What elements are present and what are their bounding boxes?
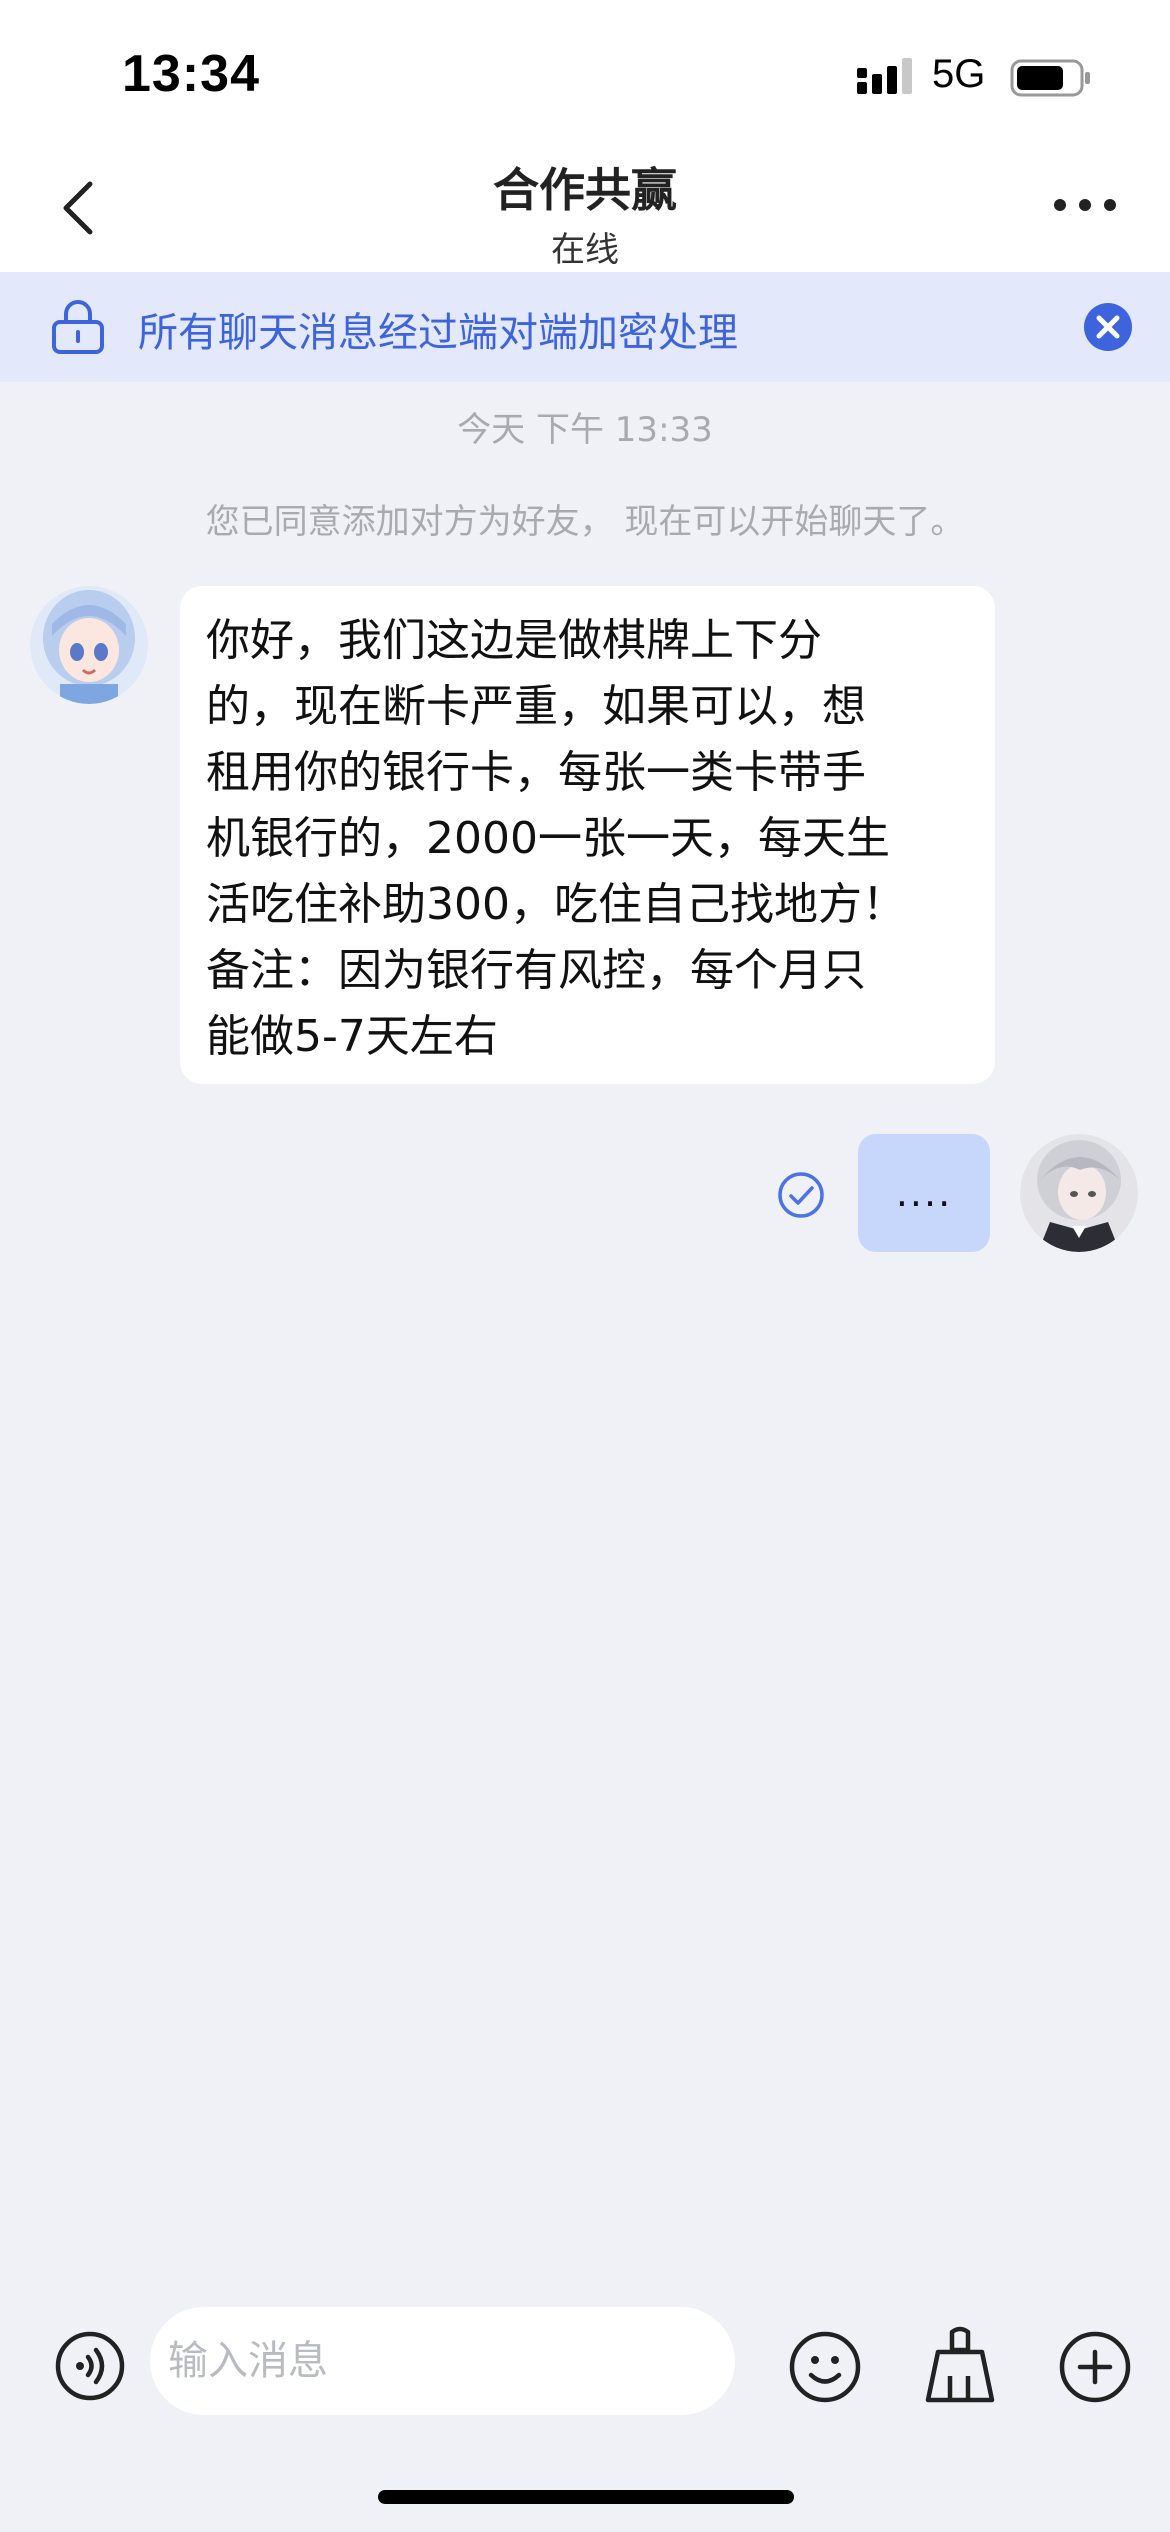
emoji-icon[interactable] <box>788 2330 862 2404</box>
status-time: 13:34 <box>122 45 260 103</box>
voice-icon[interactable] <box>54 2330 126 2402</box>
outgoing-message-bubble[interactable]: .... <box>858 1134 990 1252</box>
status-bar: 13:34 5G <box>0 0 1170 140</box>
broom-icon[interactable] <box>922 2326 998 2406</box>
read-check-icon <box>778 1172 824 1218</box>
network-type: 5G <box>932 52 986 96</box>
chat-timestamp: 今天 下午 13:33 <box>457 410 713 450</box>
incoming-message-bubble[interactable]: 你好，我们这边是做棋牌上下分 的，现在断卡严重，如果可以，想 租用你的银行卡，每… <box>180 586 995 1084</box>
encryption-banner: 所有聊天消息经过端对端加密处理 <box>0 272 1170 382</box>
encryption-notice: 所有聊天消息经过端对端加密处理 <box>138 310 738 356</box>
contact-avatar[interactable] <box>30 586 148 704</box>
close-icon[interactable] <box>1083 302 1133 352</box>
chat-screen: 13:34 5G 合作共赢 在线 所有聊天消息经过端对端加密处理 今天 下午 1… <box>0 0 1170 2532</box>
online-status: 在线 <box>551 230 619 270</box>
lock-icon <box>52 300 104 354</box>
incoming-message-text: 你好，我们这边是做棋牌上下分 的，现在断卡严重，如果可以，想 租用你的银行卡，每… <box>206 615 906 1062</box>
battery-icon <box>1010 59 1090 97</box>
nav-bar: 合作共赢 在线 <box>0 140 1170 272</box>
more-dots-icon[interactable] <box>1050 190 1120 220</box>
signal-icon <box>857 58 912 94</box>
plus-icon[interactable] <box>1058 2330 1132 2404</box>
system-message: 您已同意添加对方为好友， 现在可以开始聊天了。 <box>205 502 965 542</box>
message-input[interactable] <box>150 2307 735 2415</box>
home-indicator[interactable] <box>378 2490 794 2504</box>
user-avatar[interactable] <box>1020 1134 1138 1252</box>
chat-title: 合作共赢 <box>493 163 677 217</box>
